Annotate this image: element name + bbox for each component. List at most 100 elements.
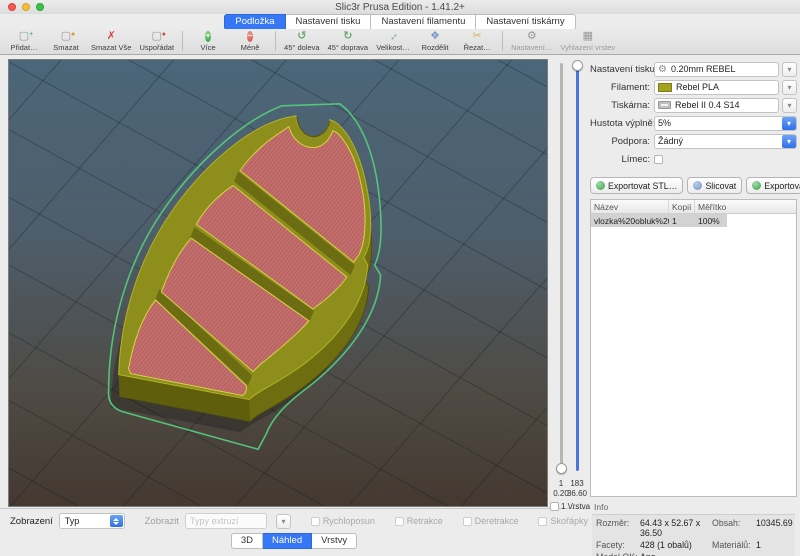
delete-object-icon: ▢● [61, 30, 71, 43]
preview-bottom-bar: Zobrazení Typ Zobrazit ▾ Rychloposun [0, 508, 588, 556]
slic3r-window: Slic3r Prusa Edition - 1.41.2+ Podložka … [0, 0, 800, 556]
delete-all-icon: ✗ [107, 30, 116, 43]
layer-slider-min[interactable] [560, 63, 563, 471]
zobrazit-label: Zobrazit [145, 516, 179, 527]
info-section: Info Rozměr: 64.43 x 52.67 x 36.50 Obsah… [590, 497, 797, 556]
volume-label: Obsah: [712, 518, 756, 538]
toolbar-separator [182, 31, 183, 51]
materials-value: 1 [756, 540, 793, 550]
travel-checkbox[interactable]: Rychloposun [311, 516, 375, 526]
object-table-row[interactable]: vlozka%20obluk%204.stl 1 100% [591, 214, 796, 227]
gear-icon: ⚙ [658, 64, 667, 75]
printer-icon [658, 101, 671, 109]
cut-button[interactable]: ✂ Řezat… [457, 30, 497, 52]
print-settings-dropdown-button[interactable]: ▾ [782, 62, 797, 77]
arrange-icon: ▢● [152, 30, 162, 43]
toolbar-separator [502, 31, 503, 51]
scale-icon: ↔ [388, 30, 399, 43]
printer-dropdown-button[interactable]: ▾ [782, 98, 797, 113]
object-settings-button[interactable]: ⚙ Nastavení… [508, 30, 555, 52]
export-actions: Exportovat STL… Slicovat Exportovat G-kó… [590, 177, 797, 194]
slice-icon [693, 181, 702, 190]
arrange-button[interactable]: ▢● Uspořádat [136, 30, 177, 52]
split-icon: ❖ [430, 30, 440, 43]
add-button[interactable]: ▢+ Přidat… [4, 30, 44, 52]
printer-label: Tiskárna: [590, 100, 654, 111]
rotate-left-icon: ↺ [297, 30, 306, 43]
zobrazeni-label: Zobrazení [10, 516, 53, 527]
print-settings-combo[interactable]: ⚙ 0.20mm REBEL [654, 62, 779, 77]
display-mode-select[interactable]: Typ [59, 513, 125, 529]
split-button[interactable]: ❖ Rozdělit [415, 30, 455, 52]
delete-button[interactable]: ▢● Smazat [46, 30, 86, 52]
export-gcode-button[interactable]: Exportovat G-kód… [746, 177, 800, 194]
object-scale-cell: 100% [695, 214, 727, 227]
infill-label: Hustota výplně: [590, 118, 654, 129]
brim-row: Límec: [590, 150, 797, 168]
add-object-icon: ▢+ [19, 30, 29, 43]
brim-label: Límec: [590, 154, 654, 165]
layer-smoothing-button[interactable]: ▦ Vyhlazení vrstev [557, 30, 618, 52]
slice-button[interactable]: Slicovat [687, 177, 742, 194]
tab-nastaveni-tisku[interactable]: Nastavení tisku [286, 14, 372, 30]
infill-density-select[interactable]: 5% ▾ [654, 116, 797, 131]
titlebar: Slic3r Prusa Edition - 1.41.2+ [0, 0, 800, 14]
view-tab-vrstvy[interactable]: Vrstvy [312, 533, 357, 549]
single-layer-checkbox[interactable] [550, 502, 559, 511]
extrusion-types-input[interactable] [185, 513, 267, 529]
remove-copy-icon: − [247, 30, 253, 43]
close-window-button[interactable] [8, 3, 16, 11]
layer-smoothing-icon: ▦ [583, 30, 593, 43]
object-table-header: Název Kopií Měřítko [591, 200, 796, 214]
view-tab-nahled[interactable]: Náhled [263, 533, 312, 549]
printer-row: Tiskárna: Rebel II 0.4 S14 ▾ [590, 96, 797, 114]
filament-dropdown-button[interactable]: ▾ [782, 80, 797, 95]
cut-icon: ✂ [473, 30, 482, 43]
tab-nastaveni-tiskarny[interactable]: Nastavení tiskárny [476, 14, 575, 30]
object-settings-icon: ⚙ [527, 30, 537, 43]
minimize-window-button[interactable] [22, 3, 30, 11]
support-label: Podpora: [590, 136, 654, 147]
right-panel: Nastavení tisku: ⚙ 0.20mm REBEL ▾ Filame… [588, 55, 800, 556]
export-stl-button[interactable]: Exportovat STL… [590, 177, 683, 194]
max-layer-number: 183 [566, 479, 588, 488]
delete-all-button[interactable]: ✗ Smazat Vše [88, 30, 134, 52]
tab-nastaveni-filamentu[interactable]: Nastavení filamentu [371, 14, 476, 30]
fullscreen-window-button[interactable] [36, 3, 44, 11]
single-layer-toggle[interactable]: 1 Vrstva [550, 502, 590, 511]
filament-combo[interactable]: Rebel PLA [654, 80, 779, 95]
layer-slider-max[interactable] [576, 63, 579, 471]
fewer-copies-button[interactable]: − Méně [230, 30, 270, 52]
gcode-preview-render [9, 60, 547, 506]
model-ok-value: Ano [640, 552, 712, 556]
rotate-left-button[interactable]: ↺ 45° doleva [281, 30, 323, 52]
facets-label: Facety: [596, 540, 640, 550]
window-controls [8, 3, 44, 11]
printer-combo[interactable]: Rebel II 0.4 S14 [654, 98, 779, 113]
layer-slider-gutter: 1 183 0.20 36.60 1 Vrstva [548, 55, 588, 508]
view-tab-3d[interactable]: 3D [231, 533, 263, 549]
column-kopii[interactable]: Kopií [669, 200, 695, 213]
column-nazev[interactable]: Název [591, 200, 669, 213]
extrusion-types-dropdown-button[interactable]: ▾ [276, 514, 291, 529]
rotate-right-button[interactable]: ↻ 45° doprava [325, 30, 372, 52]
size-value: 64.43 x 52.67 x 36.50 [640, 518, 712, 538]
filament-color-swatch-icon [658, 83, 672, 92]
support-select[interactable]: Žádný ▾ [654, 134, 797, 149]
more-copies-button[interactable]: + Více [188, 30, 228, 52]
filament-row: Filament: Rebel PLA ▾ [590, 78, 797, 96]
unretractions-checkbox[interactable]: Deretrakce [463, 516, 519, 526]
layer-slider-max-handle[interactable] [572, 60, 583, 71]
preview-3d-viewport[interactable] [8, 59, 548, 507]
window-title: Slic3r Prusa Edition - 1.41.2+ [0, 2, 800, 13]
shells-checkbox[interactable]: Skořápky [538, 516, 588, 526]
layer-slider-min-handle[interactable] [556, 463, 567, 474]
info-grid: Rozměr: 64.43 x 52.67 x 36.50 Obsah: 103… [592, 514, 795, 556]
column-meritko[interactable]: Měřítko [695, 200, 727, 213]
retractions-checkbox[interactable]: Retrakce [395, 516, 443, 526]
brim-checkbox[interactable] [654, 155, 663, 164]
select-stepper-icon [110, 515, 123, 527]
add-copy-icon: + [205, 30, 211, 43]
tab-podlozka[interactable]: Podložka [224, 14, 285, 30]
scale-button[interactable]: ↔ Velikost… [373, 30, 413, 52]
